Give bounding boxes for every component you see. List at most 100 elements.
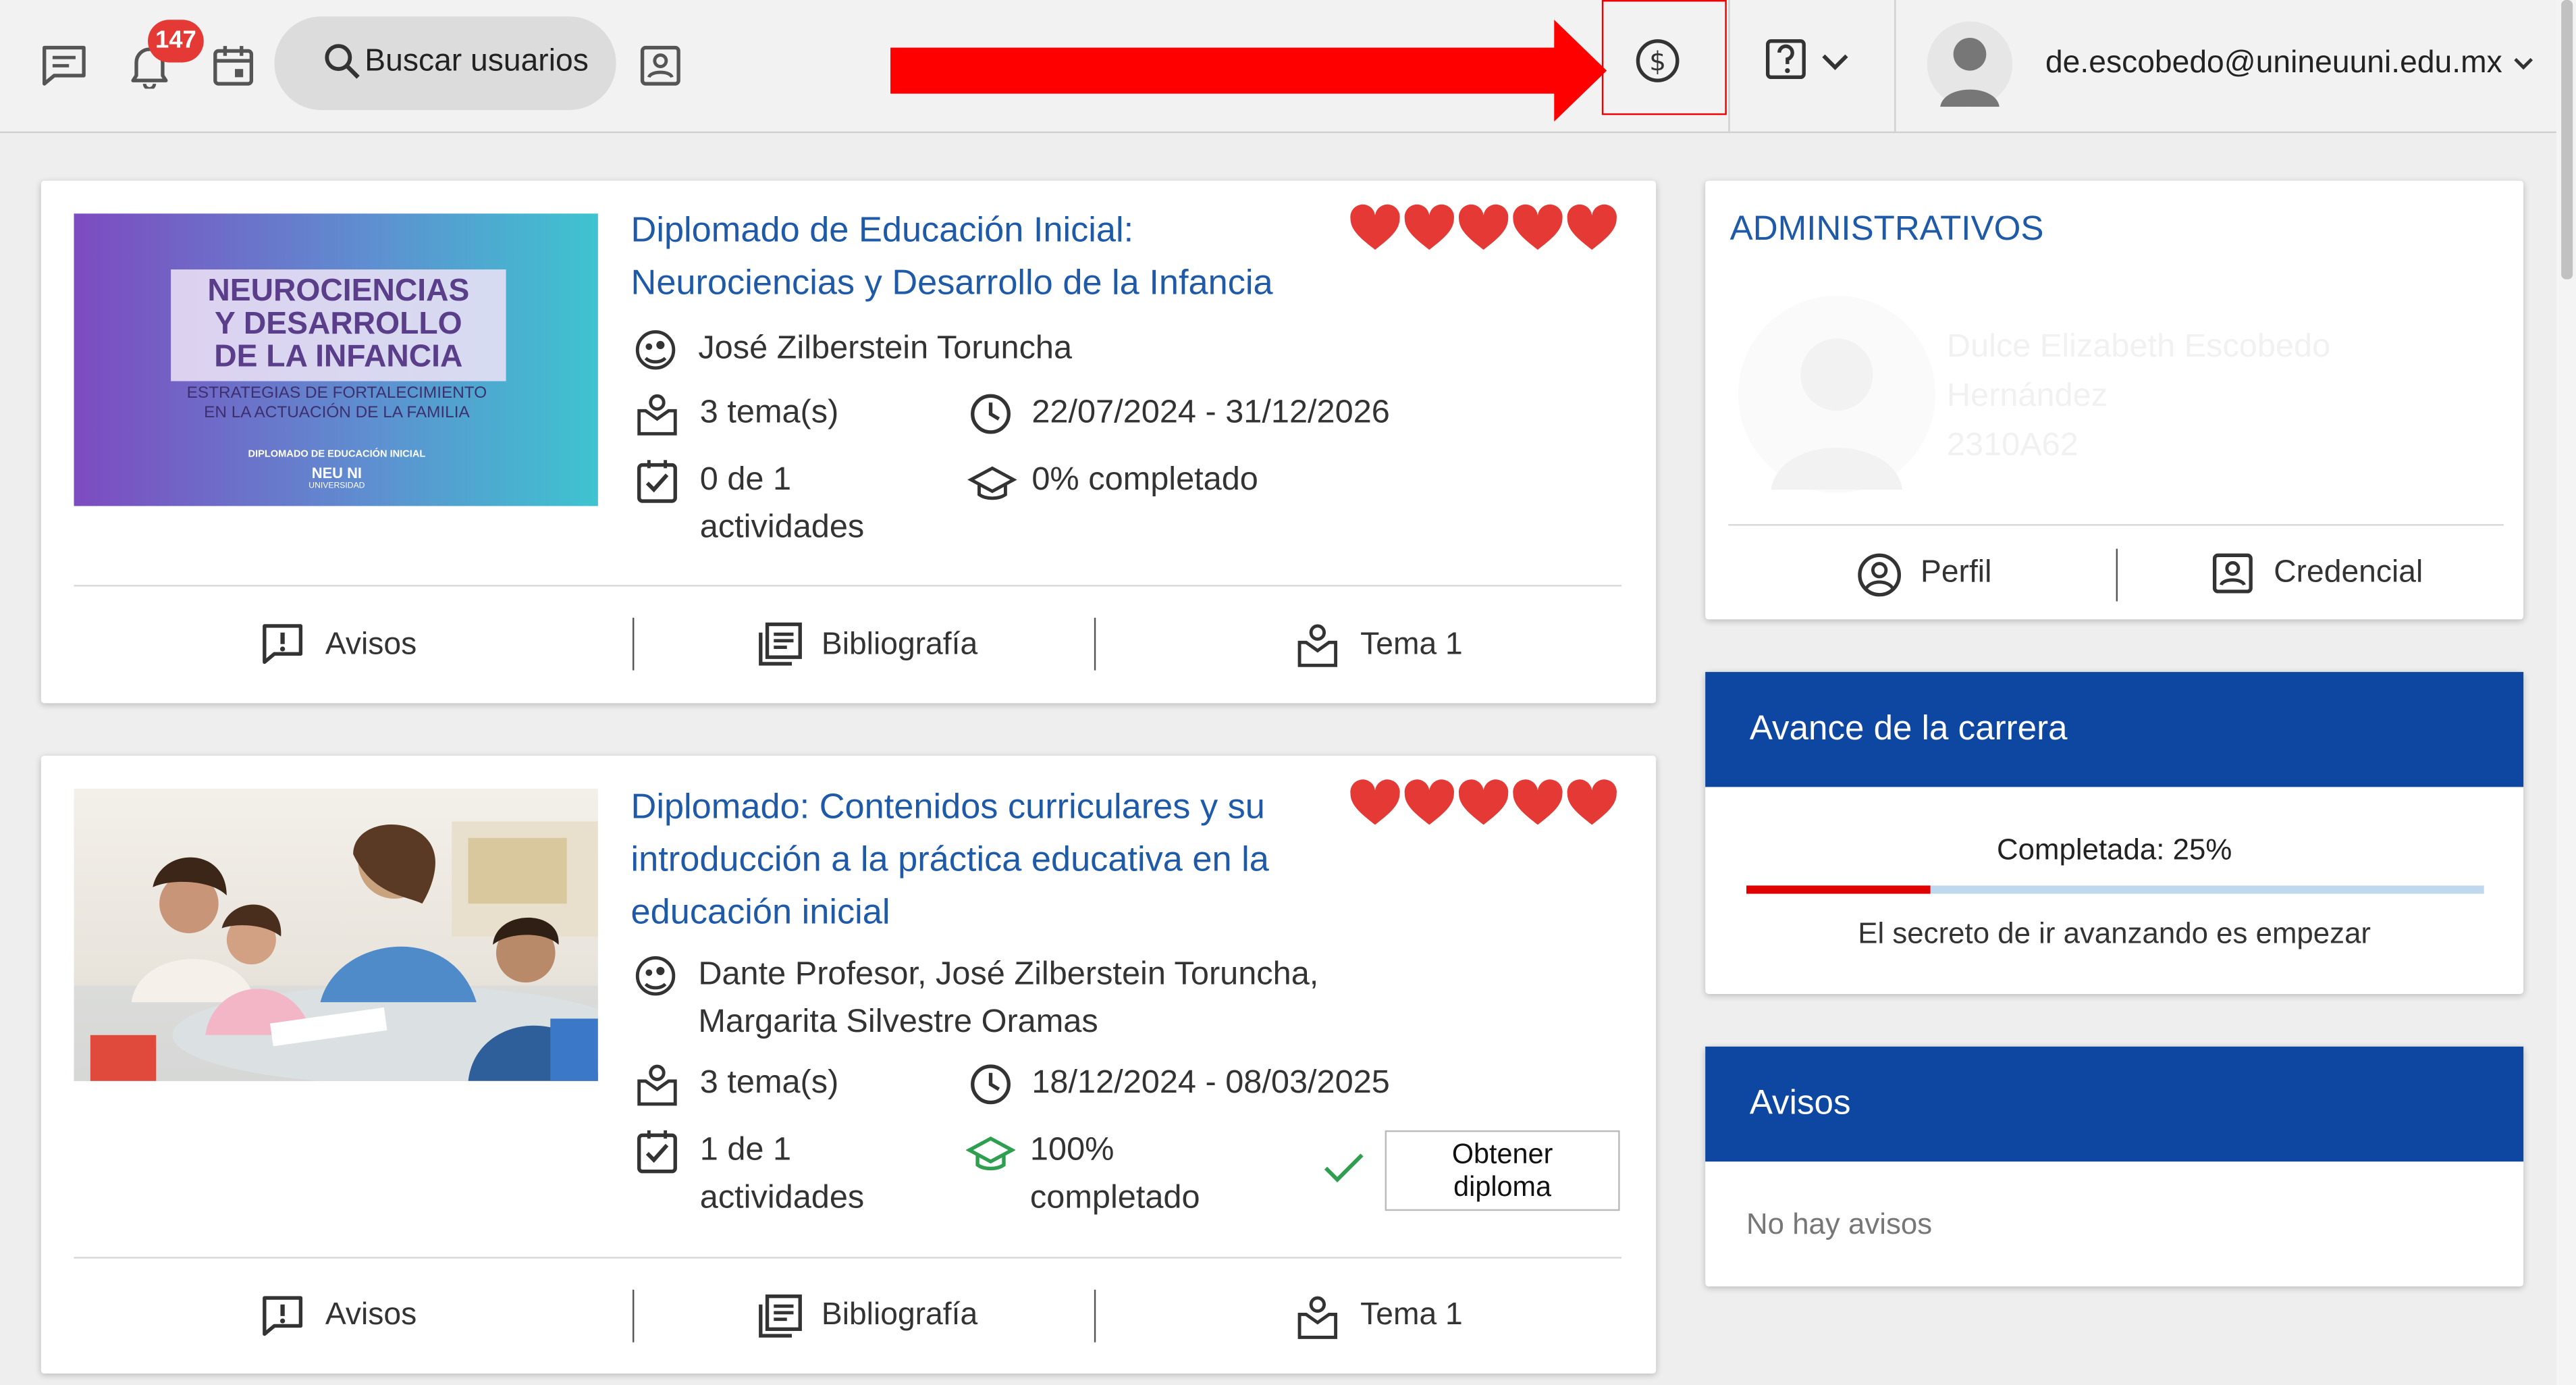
course-image-text: NEUROCIENCIAS [207, 274, 470, 309]
avisos-link[interactable]: Avisos [325, 627, 417, 664]
topic-icon [1296, 619, 1339, 669]
administrativos-card: ADMINISTRATIVOS Dulce Elizabeth Escobedo… [1705, 180, 2524, 620]
top-bar: 147 Buscar usuarios $ de.escobedo@unineu… [0, 0, 2576, 134]
heart-icon [1404, 779, 1454, 825]
teacher-icon [634, 329, 676, 371]
tema-link[interactable]: Tema 1 [1360, 1298, 1463, 1334]
card-divider [74, 1257, 1622, 1259]
heart-icon [1513, 204, 1563, 250]
career-progress-card: Avance de la carrera Completada: 25% El … [1705, 672, 2524, 994]
course-image-caption: DIPLOMADO DE EDUCACIÓN INICIAL [248, 450, 426, 461]
topics-icon [636, 391, 678, 437]
card-divider [1728, 524, 2504, 526]
course-title[interactable]: Diplomado de Educación Inicial: Neurocie… [631, 204, 1273, 309]
career-motto: El secreto de ir avanzando es empezar [1858, 916, 2371, 950]
course-image-logo-sub: UNIVERSIDAD [308, 481, 365, 492]
topics-icon [636, 1062, 678, 1107]
avisos-link[interactable]: Avisos [325, 1298, 417, 1334]
course-teachers: Dante Profesor, José Zilberstein Torunch… [698, 956, 1319, 1041]
heart-icon [1350, 204, 1400, 250]
id-card-icon[interactable] [639, 45, 682, 87]
alert-icon [260, 1293, 306, 1339]
course-topics: 3 tema(s) [699, 1064, 839, 1101]
course-image-text: Y DESARROLLO [215, 307, 462, 342]
notices-header: Avisos [1705, 1046, 2524, 1162]
chevron-down-icon[interactable] [2512, 56, 2535, 72]
bibliografia-link[interactable]: Bibliografía [822, 1298, 977, 1334]
classroom-photo [74, 821, 598, 1081]
career-progress-header: Avance de la carrera [1705, 672, 2524, 787]
calendar-icon[interactable] [212, 43, 254, 88]
notices-title: Avisos [1749, 1084, 1851, 1122]
notices-empty-text: No hay avisos [1746, 1207, 1933, 1240]
topic-icon [1296, 1291, 1339, 1340]
notification-badge: 147 [148, 20, 204, 63]
search-users-label: Buscar usuarios [365, 44, 589, 79]
bibliografia-link[interactable]: Bibliografía [822, 627, 977, 664]
course-image-subtext: EN LA ACTUACIÓN DE LA FAMILIA [204, 404, 470, 423]
course-dates: 18/12/2024 - 08/03/2025 [1031, 1064, 1390, 1101]
footer-separator [632, 1289, 635, 1342]
activities-check-icon [636, 459, 678, 504]
heart-icon [1567, 204, 1617, 250]
heart-icon [1404, 204, 1454, 250]
admin-code: 2310A62 [1946, 427, 2078, 464]
scrollbar-thumb[interactable] [2561, 0, 2573, 280]
course-image-subtext: ESTRATEGIAS DE FORTALECIMIENTO [186, 384, 487, 403]
tema-link[interactable]: Tema 1 [1360, 627, 1463, 664]
card-divider [74, 585, 1622, 587]
course-title[interactable]: Diplomado: Contenidos curriculares y su … [631, 781, 1269, 939]
course-progress: 0% completado [1031, 461, 1258, 498]
avatar[interactable] [1927, 21, 2013, 107]
profile-icon [1856, 552, 1902, 598]
rating-hearts [1349, 779, 1618, 828]
user-email[interactable]: de.escobedo@unineuuni.edu.mx [2045, 46, 2502, 82]
course-image[interactable] [74, 788, 598, 1081]
heart-icon [1513, 779, 1563, 825]
annotation-arrow-head [1554, 20, 1607, 122]
course-activities: 0 de 1 actividades [699, 461, 865, 546]
graduation-cap-icon [966, 1134, 1016, 1173]
chevron-down-icon[interactable] [1821, 53, 1850, 72]
perfil-button[interactable]: Perfil [1921, 555, 1991, 592]
bibliography-icon [757, 621, 803, 667]
chat-icon[interactable] [39, 43, 88, 88]
course-image-logo: NEU NI [311, 465, 363, 481]
admin-name: Dulce Elizabeth Escobedo [1946, 328, 2331, 365]
course-topics: 3 tema(s) [699, 394, 839, 431]
heart-icon [1458, 779, 1509, 825]
admin-avatar [1738, 295, 1935, 493]
id-card-icon [2211, 552, 2254, 594]
course-image[interactable]: NEUROCIENCIAS Y DESARROLLO DE LA INFANCI… [74, 213, 598, 506]
footer-separator [1094, 1289, 1096, 1342]
footer-separator [1094, 617, 1096, 671]
svg-text:$: $ [1649, 47, 1666, 78]
search-users-button[interactable]: Buscar usuarios [274, 16, 616, 111]
course-card: Diplomado: Contenidos curriculares y su … [41, 756, 1657, 1374]
check-icon [1322, 1152, 1365, 1185]
clock-icon [969, 392, 1012, 435]
header-divider [1728, 0, 1730, 132]
bibliography-icon [757, 1293, 803, 1339]
graduation-cap-icon [967, 463, 1017, 502]
clock-icon [969, 1063, 1012, 1105]
admin-info: Dulce Elizabeth Escobedo Hernández 2310A… [1947, 322, 2330, 470]
heart-icon [1350, 779, 1400, 825]
footer-separator [2116, 548, 2118, 602]
alert-icon [260, 621, 306, 667]
course-card: NEUROCIENCIAS Y DESARROLLO DE LA INFANCI… [41, 180, 1657, 704]
course-teachers: José Zilberstein Toruncha [698, 330, 1073, 367]
course-dates: 22/07/2024 - 31/12/2026 [1031, 394, 1390, 431]
teacher-icon [634, 955, 676, 997]
credencial-button[interactable]: Credencial [2274, 555, 2423, 592]
rating-hearts [1349, 204, 1618, 253]
course-progress: 100% completado [1029, 1132, 1200, 1216]
admin-name: Hernández [1946, 377, 2108, 415]
dollar-icon[interactable]: $ [1635, 38, 1681, 84]
annotation-arrow [890, 47, 1564, 94]
heart-icon [1567, 779, 1617, 825]
course-image-text: DE LA INFANCIA [214, 340, 463, 375]
help-icon[interactable] [1765, 38, 1807, 84]
get-diploma-button[interactable]: Obtener diploma [1385, 1130, 1620, 1211]
administrativos-title: ADMINISTRATIVOS [1729, 210, 2044, 249]
